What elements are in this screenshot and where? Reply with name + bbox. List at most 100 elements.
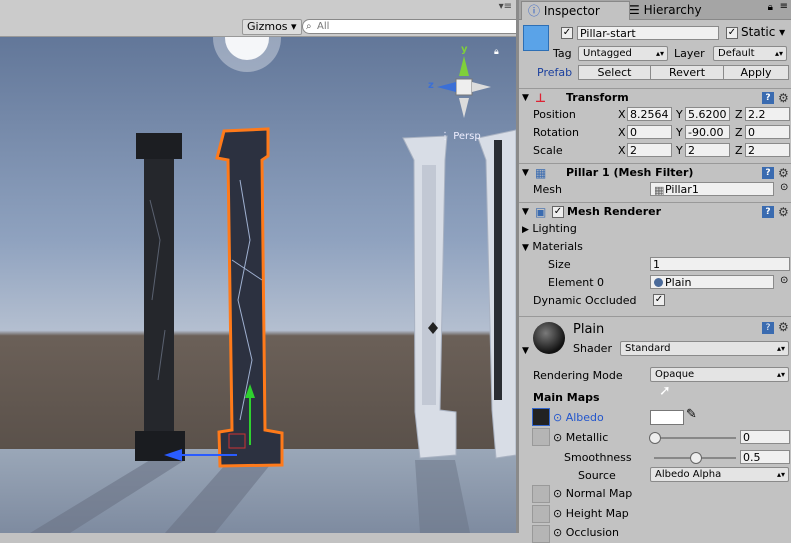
tab-bar: ⓘ Inspector ☰ Hierarchy 🔒︎ ≡: [519, 0, 791, 20]
height-map-label: ⊙ Height Map: [553, 507, 629, 520]
layer-label: Layer: [674, 47, 705, 60]
gear-icon[interactable]: ⚙: [778, 89, 789, 107]
axis-y-label: y: [461, 44, 468, 55]
scene-search-input[interactable]: ⌕ All: [302, 19, 516, 34]
object-name-field[interactable]: Pillar-start: [577, 26, 719, 40]
z-label: Z: [735, 108, 743, 121]
scale-y-field[interactable]: 2: [685, 143, 730, 157]
material-preview: [533, 322, 565, 354]
mesh-grid-icon: ▦: [654, 184, 665, 196]
lock-icon[interactable]: 🔒︎: [494, 47, 499, 57]
mesh-filter-header[interactable]: ▼ ▦ Pillar 1 (Mesh Filter) ? ⚙: [519, 163, 791, 182]
mesh-renderer-icon: ▣: [535, 205, 547, 219]
help-icon[interactable]: ?: [762, 167, 774, 179]
mesh-filter-title: Pillar 1 (Mesh Filter): [566, 166, 694, 179]
tab-hierarchy[interactable]: ☰ Hierarchy: [623, 1, 725, 19]
mesh-renderer-enabled-checkbox[interactable]: ✓: [552, 206, 564, 218]
position-z-field[interactable]: 2.2: [745, 107, 790, 121]
pillar-shadow: [165, 465, 270, 533]
source-dropdown[interactable]: Albedo Alpha ▴▾: [650, 467, 789, 482]
persp-label[interactable]: ⋮ Persp: [440, 131, 481, 142]
help-icon[interactable]: ?: [762, 322, 774, 334]
layer-dropdown[interactable]: Default ▴▾: [713, 46, 787, 61]
mesh-filter-icon: ▦: [535, 166, 547, 180]
transform-title: Transform: [566, 91, 629, 104]
smoothness-slider-knob[interactable]: [690, 452, 702, 464]
albedo-texture-slot[interactable]: [532, 408, 550, 426]
tag-label: Tag: [553, 47, 572, 60]
mesh-field[interactable]: ▦ Pillar1: [650, 182, 774, 196]
source-label: Source: [578, 469, 616, 482]
metallic-slider-knob[interactable]: [649, 432, 661, 444]
occlusion-texture-slot[interactable]: [532, 525, 550, 543]
x-label: X: [618, 144, 626, 157]
tag-dropdown[interactable]: Untagged ▴▾: [578, 46, 668, 61]
rendering-mode-dropdown[interactable]: Opaque ▴▾: [650, 367, 789, 382]
materials-size-field[interactable]: 1: [650, 257, 790, 271]
scale-x-field[interactable]: 2: [627, 143, 672, 157]
normal-map-texture-slot[interactable]: [532, 485, 550, 503]
main-maps-label: Main Maps: [533, 391, 600, 404]
dynamic-occluded-label: Dynamic Occluded: [533, 294, 637, 307]
mesh-renderer-title: Mesh Renderer: [567, 205, 662, 218]
rotation-label: Rotation: [533, 126, 580, 139]
shader-dropdown[interactable]: Standard ▴▾: [620, 341, 789, 356]
material-name: Plain: [573, 322, 605, 337]
element0-field[interactable]: Plain: [650, 275, 774, 289]
foldout-arrow-icon[interactable]: ▼: [522, 203, 529, 221]
y-label: Y: [676, 144, 683, 157]
object-picker-icon[interactable]: ⊙: [780, 275, 788, 286]
foldout-arrow-icon[interactable]: ▼: [522, 346, 529, 356]
prefab-apply-button[interactable]: Apply: [723, 65, 789, 80]
normal-map-label: ⊙ Normal Map: [553, 487, 633, 500]
rotation-z-field[interactable]: 0: [745, 125, 790, 139]
foldout-arrow-icon[interactable]: ▼: [522, 89, 529, 107]
metallic-slider[interactable]: [654, 437, 736, 439]
y-label: Y: [676, 126, 683, 139]
scale-z-field[interactable]: 2: [745, 143, 790, 157]
help-icon[interactable]: ?: [762, 92, 774, 104]
transform-header[interactable]: ▼ ⊥ Transform ? ⚙: [519, 88, 791, 107]
lighting-foldout[interactable]: ▶ Lighting: [522, 222, 577, 235]
metallic-texture-slot[interactable]: [532, 428, 550, 446]
mesh-renderer-header[interactable]: ▼ ▣ ✓ Mesh Renderer ? ⚙: [519, 202, 791, 221]
scene-top-strip: ▾≡: [0, 0, 516, 17]
height-map-texture-slot[interactable]: [532, 505, 550, 523]
selected-pillar: [164, 127, 284, 468]
scene-view[interactable]: y z ⋮ Persp 🔒︎ ▾≡ Gizmos ▾ ⌕ All: [0, 0, 516, 533]
dynamic-occluded-checkbox[interactable]: ✓: [653, 294, 665, 306]
materials-foldout[interactable]: ▼ Materials: [522, 240, 583, 253]
foldout-arrow-icon[interactable]: ▼: [522, 164, 529, 182]
smoothness-value-field[interactable]: 0.5: [740, 450, 790, 464]
lock-icon[interactable]: 🔒︎: [768, 2, 773, 13]
eyedropper-icon[interactable]: ✎: [686, 407, 697, 422]
gear-icon[interactable]: ⚙: [778, 320, 789, 334]
metallic-value-field[interactable]: 0: [740, 430, 790, 444]
divider: [519, 316, 791, 317]
help-icon[interactable]: ?: [762, 206, 774, 218]
metallic-label: ⊙ Metallic: [553, 431, 609, 444]
menu-icon[interactable]: ▾≡: [499, 1, 512, 12]
object-picker-icon[interactable]: ⊙: [780, 182, 788, 193]
rotation-y-field[interactable]: -90.00: [685, 125, 730, 139]
static-label[interactable]: Static ▾: [741, 25, 785, 39]
tab-inspector[interactable]: ⓘ Inspector: [521, 1, 630, 20]
gear-icon[interactable]: ⚙: [778, 164, 789, 182]
position-x-field[interactable]: 8.2564: [627, 107, 672, 121]
pillar-shadow: [30, 460, 185, 533]
y-label: Y: [676, 108, 683, 121]
x-label: X: [618, 108, 626, 121]
scene-toolbar: Gizmos ▾ ⌕ All: [0, 17, 516, 37]
position-y-field[interactable]: 5.6200: [685, 107, 730, 121]
scene-objects: [30, 4, 516, 533]
static-checkbox[interactable]: ✓: [726, 27, 738, 39]
active-checkbox[interactable]: ✓: [561, 27, 573, 39]
tab-menu-icon[interactable]: ≡: [780, 1, 788, 12]
rotation-x-field[interactable]: 0: [627, 125, 672, 139]
gizmos-dropdown[interactable]: Gizmos ▾: [242, 19, 302, 35]
gear-icon[interactable]: ⚙: [778, 203, 789, 221]
prefab-select-button[interactable]: Select: [578, 65, 651, 80]
prefab-revert-button[interactable]: Revert: [650, 65, 724, 80]
albedo-color-swatch[interactable]: [650, 410, 684, 425]
inspector-panel: ⓘ Inspector ☰ Hierarchy 🔒︎ ≡ ✓ Pillar-st…: [519, 0, 791, 543]
